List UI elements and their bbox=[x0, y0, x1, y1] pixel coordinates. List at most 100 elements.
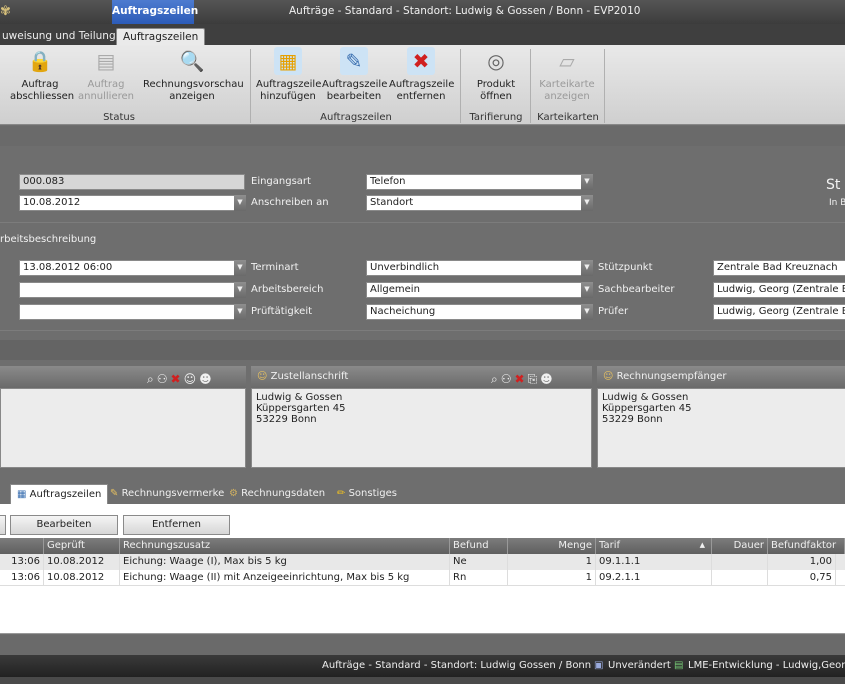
group-label-auftragszeilen: Auftragszeilen bbox=[320, 112, 392, 123]
auftragszeile-hinzufuegen-button[interactable]: ▦ Auftragszeile hinzufügen bbox=[256, 47, 322, 103]
tab-zuweisung-teilung[interactable]: uweisung und Teilung bbox=[0, 28, 122, 45]
sachbearbeiter-field[interactable]: Ludwig, Georg (Zentrale Bad bbox=[713, 282, 845, 298]
document-icon: ▣ bbox=[594, 660, 604, 671]
divider bbox=[0, 330, 845, 331]
app-icon[interactable]: ✾ bbox=[0, 4, 14, 19]
button-label: hinzufügen bbox=[260, 91, 316, 102]
group-label-karteikarten: Karteikarten bbox=[537, 112, 599, 123]
karteikarte-anzeigen-button[interactable]: ▱ Karteikarte anzeigen bbox=[535, 47, 599, 103]
binoculars-icon[interactable]: ⚇ bbox=[501, 372, 515, 386]
button-label: Auftragszeile bbox=[389, 79, 455, 90]
column-header-befundfaktor[interactable]: Befundfaktor bbox=[768, 538, 845, 554]
tab-sonstiges[interactable]: ✏ Sonstiges bbox=[331, 484, 403, 504]
tab-rechnungsdaten[interactable]: ⚙ Rechnungsdaten bbox=[223, 484, 331, 504]
search-icon[interactable]: ⌕ bbox=[147, 372, 157, 386]
chevron-down-icon[interactable]: ▼ bbox=[234, 260, 246, 276]
terminart-select[interactable]: Unverbindlich bbox=[366, 260, 582, 276]
tab-label: Auftragszeilen bbox=[29, 489, 102, 500]
date-field[interactable]: 10.08.2012 bbox=[19, 195, 235, 211]
button-label: Auftragszeile bbox=[256, 79, 322, 90]
delete-icon[interactable]: ✖ bbox=[515, 372, 528, 386]
zustellanschrift-panel-header: ☺ Zustellanschrift ⌕⚇✖⎘☻ bbox=[251, 366, 592, 388]
chevron-down-icon[interactable]: ▼ bbox=[234, 282, 246, 298]
table-row[interactable]: 13:06 10.08.2012 Eichung: Waage (I), Max… bbox=[0, 554, 845, 570]
entfernen-button[interactable]: Entfernen bbox=[123, 515, 230, 535]
data-icon: ⚙ bbox=[229, 488, 242, 499]
button-label: bearbeiten bbox=[326, 91, 382, 102]
context-tab-header: Auftragszeilen bbox=[112, 0, 198, 24]
pruef-select[interactable]: Nacheichung bbox=[366, 304, 582, 320]
address-line: 53229 Bonn bbox=[602, 414, 663, 425]
tab-label: Sonstiges bbox=[348, 488, 397, 499]
button-label: öffnen bbox=[480, 91, 512, 102]
tab-auftragszeilen[interactable]: Auftragszeilen bbox=[116, 28, 206, 45]
termin-field[interactable]: 13.08.2012 06:00 bbox=[19, 260, 235, 276]
panel-action-icons[interactable]: ⌕⚇✖☺☻ bbox=[147, 369, 215, 390]
column-header-dauer[interactable]: Dauer bbox=[712, 538, 768, 554]
stuetzpunkt-field[interactable]: Zentrale Bad Kreuznach bbox=[713, 260, 845, 276]
tab-label: Rechnungsvermerke bbox=[121, 488, 225, 499]
chevron-down-icon[interactable]: ▼ bbox=[581, 282, 593, 298]
database-icon: ▤ bbox=[674, 660, 684, 671]
column-header-rechnungszusatz[interactable]: Rechnungszusatz bbox=[120, 538, 450, 554]
address-line: Küppersgarten 45 bbox=[602, 403, 692, 414]
chevron-down-icon[interactable]: ▼ bbox=[581, 195, 593, 211]
cell-time: 13:06 bbox=[0, 570, 44, 586]
eingangsart-select[interactable]: Telefon bbox=[366, 174, 582, 190]
status-bar: Aufträge - Standard - Standort: Ludwig G… bbox=[0, 655, 845, 677]
row5-field[interactable] bbox=[19, 304, 235, 320]
edit-row-icon: ✎ bbox=[340, 47, 368, 75]
auftraggeber-panel-header: ⌕⚇✖☺☻ bbox=[0, 366, 246, 388]
button-label: Rechnungsvorschau bbox=[143, 79, 244, 90]
tab-rechnungsvermerke[interactable]: ✎ Rechnungsvermerke bbox=[104, 484, 230, 504]
panel-title: Zustellanschrift bbox=[270, 371, 349, 382]
button-label: Auftrag bbox=[21, 79, 59, 90]
column-header-label: Tarif bbox=[599, 540, 620, 551]
cell-rechnungszusatz: Eichung: Waage (II) mit Anzeigeeinrichtu… bbox=[120, 570, 450, 586]
address-line: Ludwig & Gossen bbox=[602, 392, 689, 403]
cell-befund: Rn bbox=[450, 570, 508, 586]
row4-field[interactable] bbox=[19, 282, 235, 298]
rechnungsvorschau-button[interactable]: 🔍 Rechnungsvorschau anzeigen bbox=[143, 47, 244, 103]
grid-icon: ▦ bbox=[17, 489, 30, 500]
tab-auftragszeilen[interactable]: ▦ Auftragszeilen bbox=[10, 484, 109, 504]
binoculars-icon[interactable]: ⚇ bbox=[157, 372, 171, 386]
chevron-down-icon[interactable]: ▼ bbox=[581, 260, 593, 276]
chevron-down-icon[interactable]: ▼ bbox=[234, 304, 246, 320]
chevron-down-icon[interactable]: ▼ bbox=[234, 195, 246, 211]
anschreiben-select[interactable]: Standort bbox=[366, 195, 582, 211]
hinzufuegen-button-partial[interactable] bbox=[0, 515, 6, 535]
table-row[interactable]: 13:06 10.08.2012 Eichung: Waage (II) mit… bbox=[0, 570, 845, 586]
person-icon[interactable]: ☺ bbox=[184, 372, 200, 386]
column-header-geprueft[interactable]: Geprüft bbox=[44, 538, 120, 554]
auftragszeile-bearbeiten-button[interactable]: ✎ Auftragszeile bearbeiten bbox=[322, 47, 387, 103]
lock-icon: 🔒 bbox=[27, 49, 53, 73]
bearbeiten-button[interactable]: Bearbeiten bbox=[10, 515, 118, 535]
order-number-field[interactable]: 000.083 bbox=[19, 174, 245, 190]
column-header[interactable] bbox=[0, 538, 44, 554]
chevron-down-icon[interactable]: ▼ bbox=[581, 304, 593, 320]
group-separator bbox=[530, 49, 531, 123]
copy-icon[interactable]: ⎘ bbox=[528, 372, 541, 386]
auftragszeile-entfernen-button[interactable]: ✖ Auftragszeile entfernen bbox=[389, 47, 455, 103]
rechnungsempfaenger-panel-header: ☺ Rechnungsempfänger bbox=[597, 366, 845, 388]
chevron-down-icon[interactable]: ▼ bbox=[581, 174, 593, 190]
auftrag-abschliessen-button[interactable]: 🔒 Auftrag abschliessen bbox=[10, 47, 74, 103]
section-title-arbeitsbeschreibung: rbeitsbeschreibung bbox=[0, 234, 97, 245]
status-environment: LME-Entwicklung - Ludwig,Georg bbox=[688, 660, 845, 671]
cell-geprueft: 10.08.2012 bbox=[44, 554, 120, 570]
produkt-oeffnen-button[interactable]: ◎ Produkt öffnen bbox=[466, 47, 526, 103]
cell-menge: 1 bbox=[508, 570, 596, 586]
column-header-befund[interactable]: Befund bbox=[450, 538, 508, 554]
column-header-menge[interactable]: Menge bbox=[508, 538, 596, 554]
column-header-tarif[interactable]: Tarif ▲ bbox=[596, 538, 712, 554]
pruefer-field[interactable]: Ludwig, Georg (Zentrale Bad bbox=[713, 304, 845, 320]
delete-icon[interactable]: ✖ bbox=[171, 372, 184, 386]
person-add-icon[interactable]: ☻ bbox=[199, 372, 215, 386]
panel-action-icons[interactable]: ⌕⚇✖⎘☻ bbox=[491, 369, 556, 390]
status-context: Aufträge - Standard - Standort: Ludwig G… bbox=[322, 660, 592, 671]
arbeitsbereich-select[interactable]: Allgemein bbox=[366, 282, 582, 298]
search-icon[interactable]: ⌕ bbox=[491, 372, 501, 386]
auftrag-annullieren-button[interactable]: ▤ Auftrag annullieren bbox=[74, 47, 138, 103]
person-add-icon[interactable]: ☻ bbox=[540, 372, 556, 386]
